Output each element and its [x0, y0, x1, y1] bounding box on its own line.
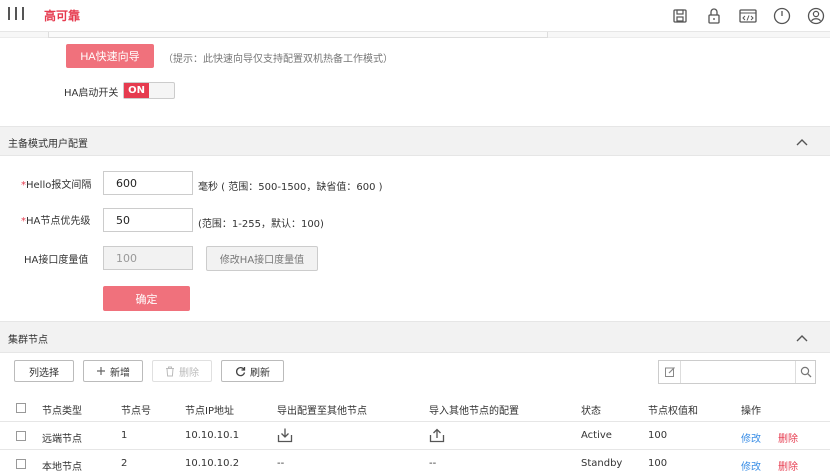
export-empty: -- [277, 458, 285, 469]
col-node-ip: 节点IP地址 [185, 406, 234, 417]
hello-interval-hint: 毫秒 ( 范围：500-1500，缺省值：600 ) [198, 182, 383, 193]
section-title: 集群节点 [8, 335, 48, 346]
refresh-button[interactable]: 刷新 [221, 360, 284, 382]
wizard-hint: （提示：此快速向导仅支持配置双机热备工作模式） [163, 54, 393, 65]
ha-switch-label: HA启动开关 [64, 88, 119, 99]
col-weight: 节点权值和 [648, 406, 698, 417]
chevron-up-icon[interactable] [794, 331, 810, 345]
node-type: 本地节点 [42, 462, 82, 473]
delete-button[interactable]: 删除 [152, 360, 212, 382]
col-import: 导入其他节点的配置 [429, 406, 519, 417]
master-config-section-header[interactable]: 主备模式用户配置 [0, 126, 830, 156]
col-actions: 操作 [741, 406, 761, 417]
save-icon[interactable] [668, 4, 692, 28]
node-status: Active [581, 430, 612, 441]
lock-icon[interactable] [702, 4, 726, 28]
edit-link[interactable]: 修改 [741, 430, 761, 445]
hello-interval-label: *Hello报文间隔 [21, 180, 92, 191]
row-checkbox[interactable] [16, 459, 26, 469]
app-title: 高可靠 [44, 9, 81, 23]
cluster-section-header[interactable]: 集群节点 [0, 321, 830, 353]
top-bar: 高可靠 [0, 0, 830, 32]
edit-link[interactable]: 修改 [741, 458, 761, 473]
column-select-button[interactable]: 列选择 [14, 360, 74, 382]
modify-metric-button[interactable]: 修改HA接口度量值 [206, 246, 318, 271]
section-title: 主备模式用户配置 [8, 139, 88, 150]
import-icon[interactable] [429, 427, 445, 446]
row-checkbox[interactable] [16, 431, 26, 441]
node-weight: 100 [648, 430, 668, 441]
table-row: 远端节点 1 10.10.10.1 Active 100 修改 删除 [0, 422, 830, 450]
ha-priority-hint: (范围：1-255，默认：100) [198, 219, 324, 230]
confirm-button[interactable]: 确定 [103, 286, 190, 311]
ha-priority-label: *HA节点优先级 [21, 216, 91, 227]
col-node-id: 节点号 [121, 406, 151, 417]
ha-metric-label: HA接口度量值 [24, 255, 89, 266]
search-icon[interactable] [795, 361, 815, 383]
ha-enable-toggle[interactable]: ON [123, 82, 175, 99]
select-all-checkbox[interactable] [16, 403, 26, 413]
add-label: 新增 [110, 367, 130, 379]
ha-priority-input[interactable]: 50 [103, 208, 193, 232]
search-box[interactable] [658, 360, 816, 384]
import-empty: -- [429, 458, 437, 469]
edit-icon[interactable] [659, 361, 681, 383]
add-button[interactable]: 新增 [83, 360, 143, 382]
toggle-on-state: ON [124, 83, 149, 98]
col-status: 状态 [581, 406, 601, 417]
delete-link[interactable]: 删除 [778, 430, 798, 445]
node-status: Standby [581, 458, 623, 469]
top-scroll-edge [48, 32, 548, 38]
plus-icon [97, 367, 105, 375]
node-ip: 10.10.10.1 [185, 430, 240, 441]
col-export: 导出配置至其他节点 [277, 406, 367, 417]
delete-link[interactable]: 删除 [778, 458, 798, 473]
node-weight: 100 [648, 458, 668, 469]
node-ip: 10.10.10.2 [185, 458, 240, 469]
node-type: 远端节点 [42, 434, 82, 445]
table-header-row: 节点类型 节点号 节点IP地址 导出配置至其他节点 导入其他节点的配置 状态 节… [0, 394, 830, 422]
delete-label: 删除 [179, 367, 199, 379]
col-node-type: 节点类型 [42, 406, 82, 417]
table-row: 本地节点 2 10.10.10.2 -- -- Standby 100 修改 删… [0, 450, 830, 475]
chevron-up-icon[interactable] [794, 135, 810, 149]
node-id: 2 [121, 458, 128, 469]
code-icon[interactable] [736, 4, 760, 28]
menu-icon[interactable] [6, 6, 26, 22]
ha-metric-input: 100 [103, 246, 193, 270]
trash-icon [166, 366, 174, 376]
export-icon[interactable] [277, 427, 293, 446]
refresh-label: 刷新 [250, 367, 270, 379]
refresh-icon [236, 366, 246, 376]
user-icon[interactable] [804, 4, 828, 28]
hello-interval-input[interactable]: 600 [103, 171, 193, 195]
power-icon[interactable] [770, 4, 794, 28]
node-id: 1 [121, 430, 128, 441]
ha-wizard-button[interactable]: HA快速向导 [66, 44, 154, 68]
